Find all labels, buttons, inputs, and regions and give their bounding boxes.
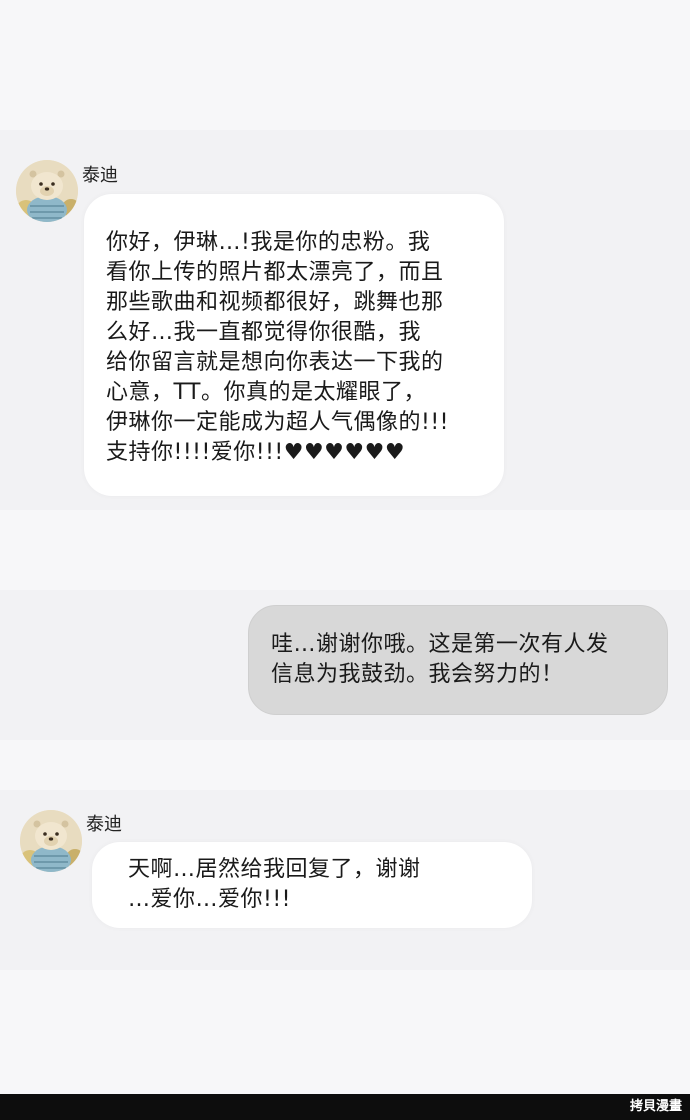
message-text-line: 给你留言就是想向你表达一下我的: [106, 350, 444, 375]
message-text-line: 心意，TT。你真的是太耀眼了，: [106, 380, 426, 405]
message-bubble-incoming[interactable]: 天啊…居然给我回复了，谢谢 …爱你…爱你!!!: [92, 842, 532, 928]
teddy-bear-icon: [20, 810, 82, 872]
sender-name: 泰迪: [82, 165, 118, 186]
message-text-line: 你好，伊琳…!我是你的忠粉。我: [106, 230, 431, 255]
message-text-line: 信息为我鼓劲。我会努力的！: [271, 662, 564, 687]
message-bubble-outgoing[interactable]: 哇…谢谢你哦。这是第一次有人发 信息为我鼓劲。我会努力的！: [248, 605, 668, 715]
message-bubble-incoming[interactable]: 你好，伊琳…!我是你的忠粉。我 看你上传的照片都太漂亮了，而且 那些歌曲和视频都…: [84, 194, 504, 496]
watermark-text: 拷貝漫畫: [629, 1099, 682, 1114]
teddy-bear-icon: [16, 160, 78, 222]
sender-name: 泰迪: [86, 814, 122, 835]
teddy-bear-avatar[interactable]: [20, 810, 82, 872]
message-text-line: …爱你…爱你!!!: [128, 887, 291, 912]
footer-bar: 拷貝漫畫: [0, 1094, 690, 1120]
message-text-line: 天啊…居然给我回复了，谢谢: [128, 857, 421, 882]
message-text-line: 那些歌曲和视频都很好，跳舞也那: [106, 290, 444, 315]
teddy-bear-avatar[interactable]: [16, 160, 78, 222]
message-text-line: 看你上传的照片都太漂亮了，而且: [106, 260, 444, 285]
message-text-line: 伊琳你一定能成为超人气偶像的!!!: [106, 410, 449, 435]
message-text-line: 支持你!!!!爱你!!!♥♥♥♥♥♥: [106, 440, 406, 465]
message-text-line: 哇…谢谢你哦。这是第一次有人发: [271, 632, 609, 657]
message-text-line: 么好…我一直都觉得你很酷，我: [106, 320, 422, 345]
